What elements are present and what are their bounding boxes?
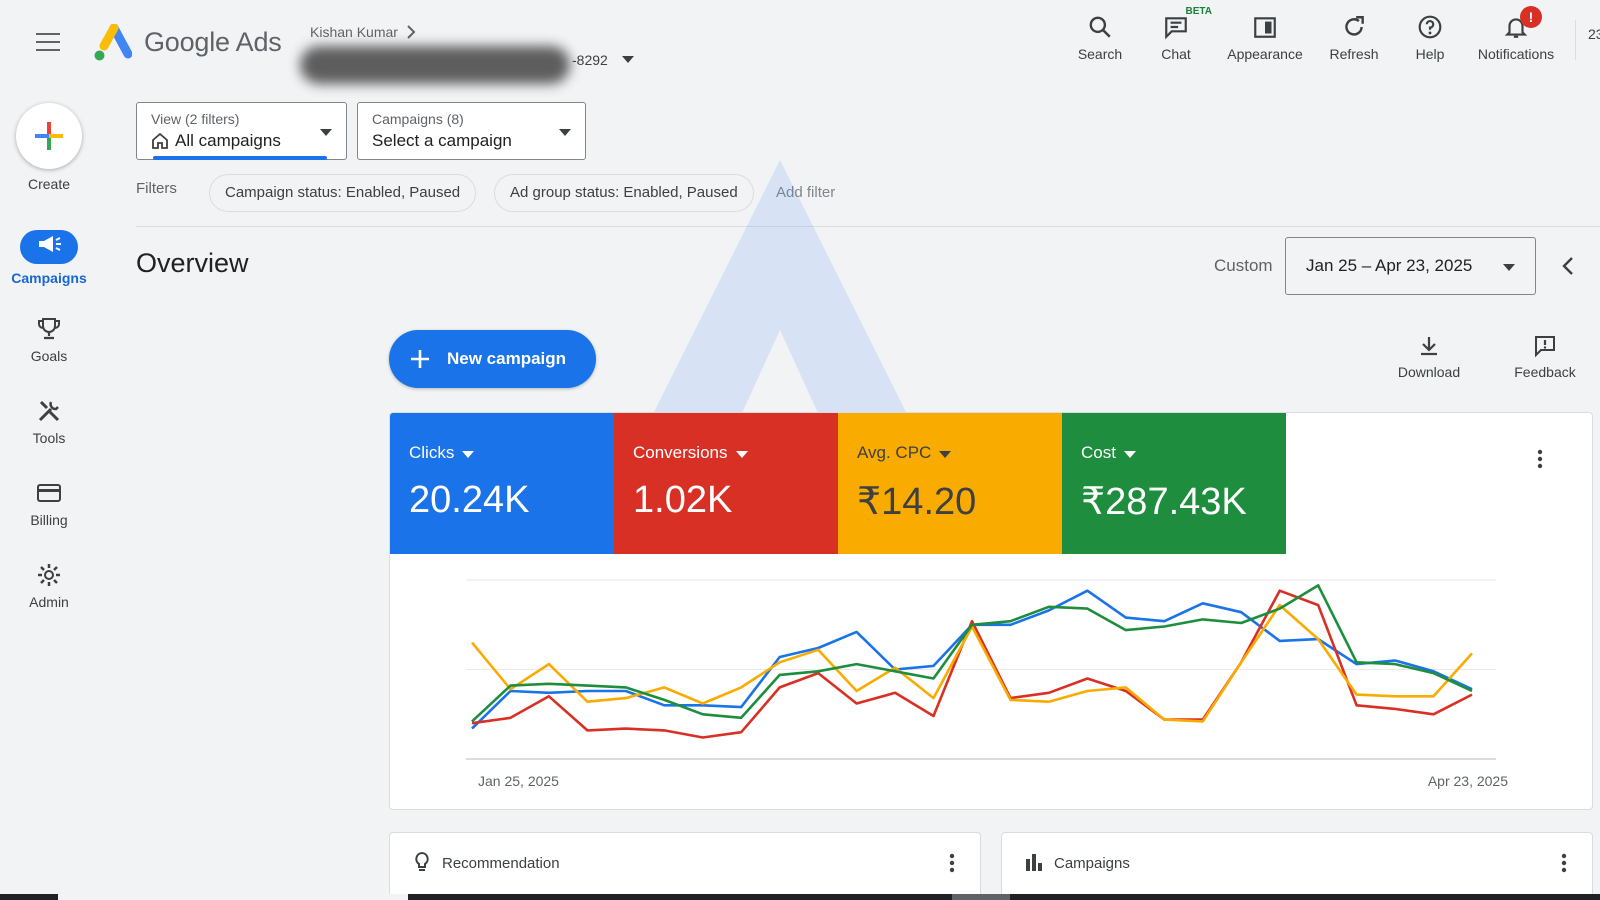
create-label: Create [27,176,71,192]
lightbulb-icon [415,851,429,871]
caret-down-icon [1503,264,1515,271]
account-switcher[interactable]: Kishan Kumar -8292 [300,24,634,84]
caret-down-icon [735,450,748,458]
filter-chip-ad-group-status[interactable]: Ad group status: Enabled, Paused [494,174,754,212]
top-actions: Search BETA Chat Appearance Refresh Help… [1062,6,1564,62]
account-id: -8292 [572,52,608,68]
plus-icon [411,350,429,368]
campaign-select-value: Select a campaign [372,131,512,150]
campaigns-card: Campaigns [1001,832,1593,900]
refresh-icon [1345,16,1364,36]
more-vert-icon[interactable] [940,851,964,875]
search-button[interactable]: Search [1062,12,1138,62]
filter-chip-campaign-status[interactable]: Campaign status: Enabled, Paused [209,174,477,212]
chevron-left-icon[interactable] [1556,253,1582,279]
caret-down-icon [1123,450,1136,458]
search-icon [1089,16,1111,38]
date-range-value: Jan 25 – Apr 23, 2025 [1306,256,1473,275]
nav-tools[interactable]: Tools [0,398,98,446]
active-underline [153,156,327,160]
gear-icon [38,564,60,586]
megaphone-icon [39,236,61,252]
feedback-button[interactable]: Feedback [1500,334,1590,380]
nav-goals[interactable]: Goals [0,316,98,364]
recommendation-card: Recommendation [389,832,981,900]
notification-badge: ! [1520,6,1542,28]
nav-admin[interactable]: Admin [0,562,98,610]
taskbar-strip [0,894,1600,900]
metric-value: ₹14.20 [857,481,977,523]
feedback-icon [1535,336,1555,358]
more-vert-icon[interactable] [1552,851,1576,875]
header-divider [1575,20,1576,60]
refresh-button[interactable]: Refresh [1316,12,1392,62]
header-cut-text: 23 [1588,26,1600,42]
plus-icon [35,122,63,150]
caret-down-icon[interactable] [622,56,634,63]
brand-title: Google Ads [144,27,282,57]
metric-conversions[interactable]: Conversions 1.02K [614,413,838,554]
main-menu-button[interactable] [36,33,62,55]
divider [136,226,1600,227]
metric-value: ₹287.43K [1081,481,1247,523]
date-range-picker[interactable]: Jan 25 – Apr 23, 2025 [1285,237,1536,295]
caret-down-icon [320,129,332,136]
chat-icon [1165,17,1187,40]
help-button[interactable]: Help [1392,12,1468,62]
help-icon [1418,15,1442,39]
view-filter-select[interactable]: View (2 filters) All campaigns [136,102,347,160]
trophy-icon [38,318,60,340]
redacted-account-info [300,46,570,84]
filters-label: Filters [136,180,177,197]
download-icon [1421,337,1437,356]
bar-chart-icon [1026,854,1042,871]
tools-icon [38,400,60,422]
performance-chart-card: Clicks 20.24K Conversions 1.02K Avg. CPC… [389,412,1593,810]
page-title: Overview [136,248,249,278]
campaign-select[interactable]: Campaigns (8) Select a campaign [357,102,586,160]
create-button[interactable] [16,103,82,169]
nav-billing[interactable]: Billing [0,480,98,528]
google-ads-logo [94,24,132,61]
chat-button[interactable]: BETA Chat [1138,6,1214,62]
view-filter-label: View (2 filters) [151,111,240,127]
chevron-right-icon [407,25,416,39]
card-title: Recommendation [442,855,560,872]
appearance-button[interactable]: Appearance [1214,12,1316,62]
caret-down-icon [939,450,952,458]
download-button[interactable]: Download [1384,334,1474,380]
metric-value: 20.24K [409,479,530,521]
home-icon [152,132,168,149]
metric-clicks[interactable]: Clicks 20.24K [390,413,614,554]
metric-value: 1.02K [633,479,733,521]
notifications-button[interactable]: ! Notifications [1468,6,1564,62]
series-line-conversions [471,589,1473,739]
account-name: Kishan Kumar [310,24,398,40]
metric-cost[interactable]: Cost ₹287.43K [1062,413,1286,554]
date-range-type: Custom [1214,256,1273,275]
x-axis-start-label: Jan 25, 2025 [478,773,559,789]
nav-campaigns[interactable]: Campaigns [0,230,98,286]
card-title: Campaigns [1054,855,1130,872]
line-chart: Jan 25, 2025 Apr 23, 2025 [466,579,1508,789]
x-axis-end-label: Apr 23, 2025 [1428,773,1508,789]
appearance-icon [1254,17,1276,38]
more-vert-icon[interactable] [1528,447,1552,471]
campaign-select-label: Campaigns (8) [372,111,464,127]
add-filter-button[interactable]: Add filter [776,184,835,201]
beta-badge: BETA [1185,6,1212,17]
credit-card-icon [37,484,61,502]
new-campaign-button[interactable]: New campaign [389,330,596,388]
series-line-cost [471,584,1473,723]
caret-down-icon [462,450,475,458]
metric-avg-cpc[interactable]: Avg. CPC ₹14.20 [838,413,1062,554]
caret-down-icon [559,129,571,136]
view-filter-value: All campaigns [175,131,281,150]
